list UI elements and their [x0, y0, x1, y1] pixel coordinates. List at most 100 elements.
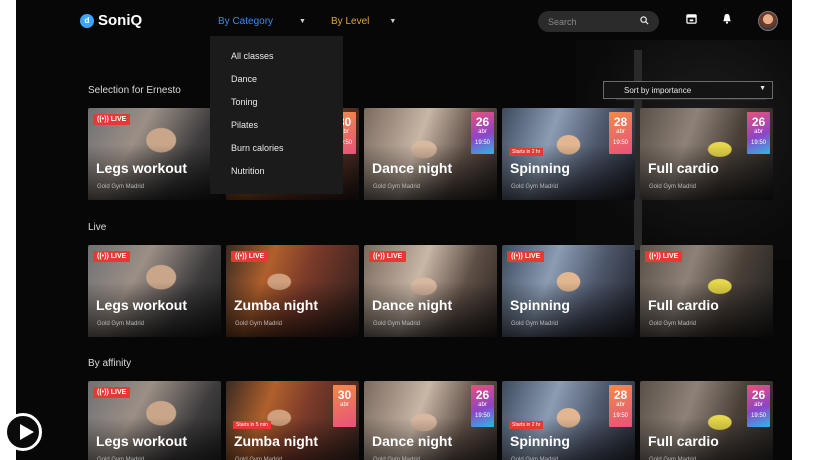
class-title: Legs workout — [96, 433, 188, 449]
bell-icon[interactable] — [719, 13, 735, 27]
dropdown-item-burn-calories[interactable]: Burn calories — [210, 138, 343, 161]
class-card[interactable]: ((•)) LIVE Legs workout Gold Gym Madrid — [88, 381, 221, 460]
date-badge: 28 abr 19:50 — [609, 385, 632, 427]
date-day: 26 — [751, 115, 766, 129]
class-title: Spinning — [510, 297, 570, 313]
class-title: Full cardio — [648, 160, 719, 176]
live-badge: ((•)) LIVE — [645, 251, 683, 262]
live-badge-label: LIVE — [110, 116, 127, 123]
chevron-down-icon: ▼ — [299, 18, 306, 25]
date-time: 19:50 — [612, 140, 628, 146]
class-card[interactable]: ((•)) LIVE Zumba night Gold Gym Madrid — [226, 245, 359, 337]
search-input[interactable] — [548, 16, 640, 27]
date-day: 26 — [475, 115, 490, 129]
gym-name: Gold Gym Madrid — [649, 321, 697, 327]
class-card[interactable]: ((•)) LIVE Dance night Gold Gym Madrid — [364, 245, 497, 337]
nav-by-level[interactable]: By Level ▼ — [331, 16, 396, 27]
dropdown-item-all-classes[interactable]: All classes — [210, 46, 343, 69]
date-day: 28 — [613, 388, 628, 402]
live-badge-label: LIVE — [110, 389, 127, 396]
date-month: abr — [340, 402, 349, 408]
chevron-down-icon: ▼ — [759, 85, 766, 92]
class-title: Full cardio — [648, 433, 719, 449]
sort-select-label: Sort by importance — [624, 85, 692, 95]
class-card[interactable]: ((•)) LIVE Spinning Gold Gym Madrid — [502, 245, 635, 337]
search-box[interactable] — [538, 11, 659, 32]
class-title: Zumba night — [234, 297, 318, 313]
class-card[interactable]: Starts in 2 hr 28 abr 19:50 Spinning Gold Gym… — [502, 381, 635, 460]
calendar-icon[interactable] — [683, 13, 699, 27]
class-card[interactable]: Starts in 5 min 30 abr Zumba night Gold Gym … — [226, 381, 359, 460]
class-card[interactable]: 26 abr 19:50 Dance night Gold Gym Madrid — [364, 381, 497, 460]
date-time: 19:50 — [474, 140, 490, 146]
class-title: Dance night — [372, 160, 453, 176]
section-title: Selection for Ernesto — [88, 85, 181, 96]
class-title: Spinning — [510, 433, 570, 449]
live-badge-label: LIVE — [248, 253, 265, 260]
card-row: ((•)) LIVE Legs workout Gold Gym Madrid ((•… — [88, 245, 773, 337]
class-card[interactable]: ((•)) LIVE Legs workout Gold Gym Madrid — [88, 245, 221, 337]
class-title: Zumba night — [234, 433, 318, 449]
broadcast-icon: ((•)) — [373, 253, 387, 260]
gym-name: Gold Gym Madrid — [235, 321, 283, 327]
dropdown-item-toning[interactable]: Toning — [210, 92, 343, 115]
date-day: 26 — [751, 388, 766, 402]
section-title: Live — [88, 222, 107, 233]
gym-name: Gold Gym Madrid — [97, 184, 145, 190]
date-month: abr — [616, 129, 625, 135]
broadcast-icon: ((•)) — [649, 253, 663, 260]
date-badge: 30 abr — [333, 385, 356, 427]
category-dropdown-menu: All classes Dance Toning Pilates Burn ca… — [210, 36, 343, 194]
live-badge: ((•)) LIVE — [507, 251, 545, 262]
live-badge-label: LIVE — [662, 253, 679, 260]
app-frame: d SoniQ By Category ▼ By Level ▼ Sort by… — [16, 0, 792, 460]
broadcast-icon: ((•)) — [97, 389, 111, 396]
user-avatar[interactable] — [758, 11, 778, 31]
search-icon[interactable] — [640, 16, 649, 27]
class-card[interactable]: ((•)) LIVE Legs workout Gold Gym Madrid — [88, 108, 221, 200]
play-icon[interactable] — [4, 413, 42, 451]
date-badge: 26 abr 19:50 — [471, 112, 494, 154]
broadcast-icon: ((•)) — [235, 253, 249, 260]
broadcast-icon: ((•)) — [97, 116, 111, 123]
sort-select[interactable]: Sort by importance ▼ — [603, 81, 773, 99]
gym-name: Gold Gym Madrid — [649, 184, 697, 190]
class-card[interactable]: 26 abr 19:50 Dance night Gold Gym Madrid — [364, 108, 497, 200]
dropdown-item-dance[interactable]: Dance — [210, 69, 343, 92]
date-month: abr — [754, 402, 763, 408]
brand-logo[interactable]: d SoniQ — [80, 12, 142, 29]
class-title: Spinning — [510, 160, 570, 176]
date-month: abr — [478, 402, 487, 408]
date-badge: 26 abr 19:50 — [747, 112, 770, 154]
date-badge: 28 abr 19:50 — [609, 112, 632, 154]
class-card[interactable]: 26 abr 19:50 Full cardio Gold Gym Madrid — [640, 108, 773, 200]
broadcast-icon: ((•)) — [511, 253, 525, 260]
dropdown-item-nutrition[interactable]: Nutrition — [210, 161, 343, 184]
date-month: abr — [478, 129, 487, 135]
date-time: 19:50 — [474, 413, 490, 419]
broadcast-icon: ((•)) — [97, 253, 111, 260]
starts-in-badge: Starts in 2 hr — [509, 421, 544, 429]
gym-name: Gold Gym Madrid — [97, 321, 145, 327]
card-row: ((•)) LIVE Legs workout Gold Gym Madrid 30 a… — [88, 108, 773, 200]
nav-by-level-label: By Level — [331, 16, 370, 27]
class-card[interactable]: 26 abr 19:50 Full cardio Gold Gym Madrid — [640, 381, 773, 460]
live-badge-label: LIVE — [110, 253, 127, 260]
date-time: 19:50 — [612, 413, 628, 419]
date-month: abr — [754, 129, 763, 135]
live-badge: ((•)) LIVE — [369, 251, 407, 262]
chevron-down-icon: ▼ — [389, 18, 397, 25]
date-badge: 26 abr 19:50 — [471, 385, 494, 427]
class-title: Legs workout — [96, 297, 188, 313]
class-card[interactable]: ((•)) LIVE Full cardio Gold Gym Madrid — [640, 245, 773, 337]
class-title: Legs workout — [96, 160, 188, 176]
live-badge: ((•)) LIVE — [93, 114, 131, 125]
live-badge: ((•)) LIVE — [231, 251, 269, 262]
gym-name: Gold Gym Madrid — [373, 184, 421, 190]
live-badge: ((•)) LIVE — [93, 251, 131, 262]
date-badge: 26 abr 19:50 — [747, 385, 770, 427]
dropdown-item-pilates[interactable]: Pilates — [210, 115, 343, 138]
nav-by-category[interactable]: By Category ▼ — [218, 16, 306, 27]
class-title: Dance night — [372, 433, 453, 449]
class-card[interactable]: Starts in 2 hr 28 abr 19:50 Spinning Gold Gym… — [502, 108, 635, 200]
